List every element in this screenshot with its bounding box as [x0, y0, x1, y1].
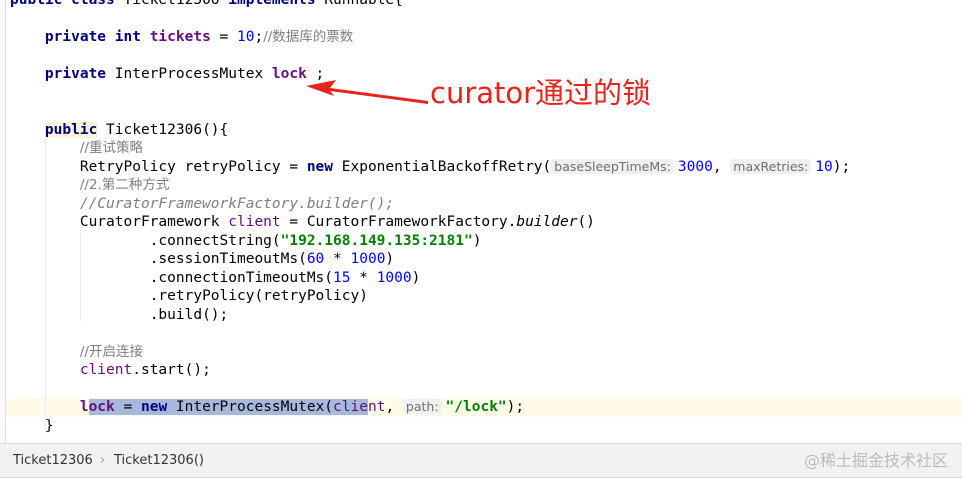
breadcrumb-bar: Ticket12306 › Ticket12306() @稀土掘金技术社区: [0, 443, 962, 477]
breadcrumb-method[interactable]: Ticket12306(): [114, 444, 204, 477]
annotation-text: curator通过的锁: [430, 76, 652, 110]
breadcrumb-class[interactable]: Ticket12306: [13, 444, 93, 477]
watermark: @稀土掘金技术社区: [803, 451, 948, 470]
breadcrumb-separator: ›: [100, 453, 106, 468]
red-arrow-annotation: [306, 80, 428, 104]
